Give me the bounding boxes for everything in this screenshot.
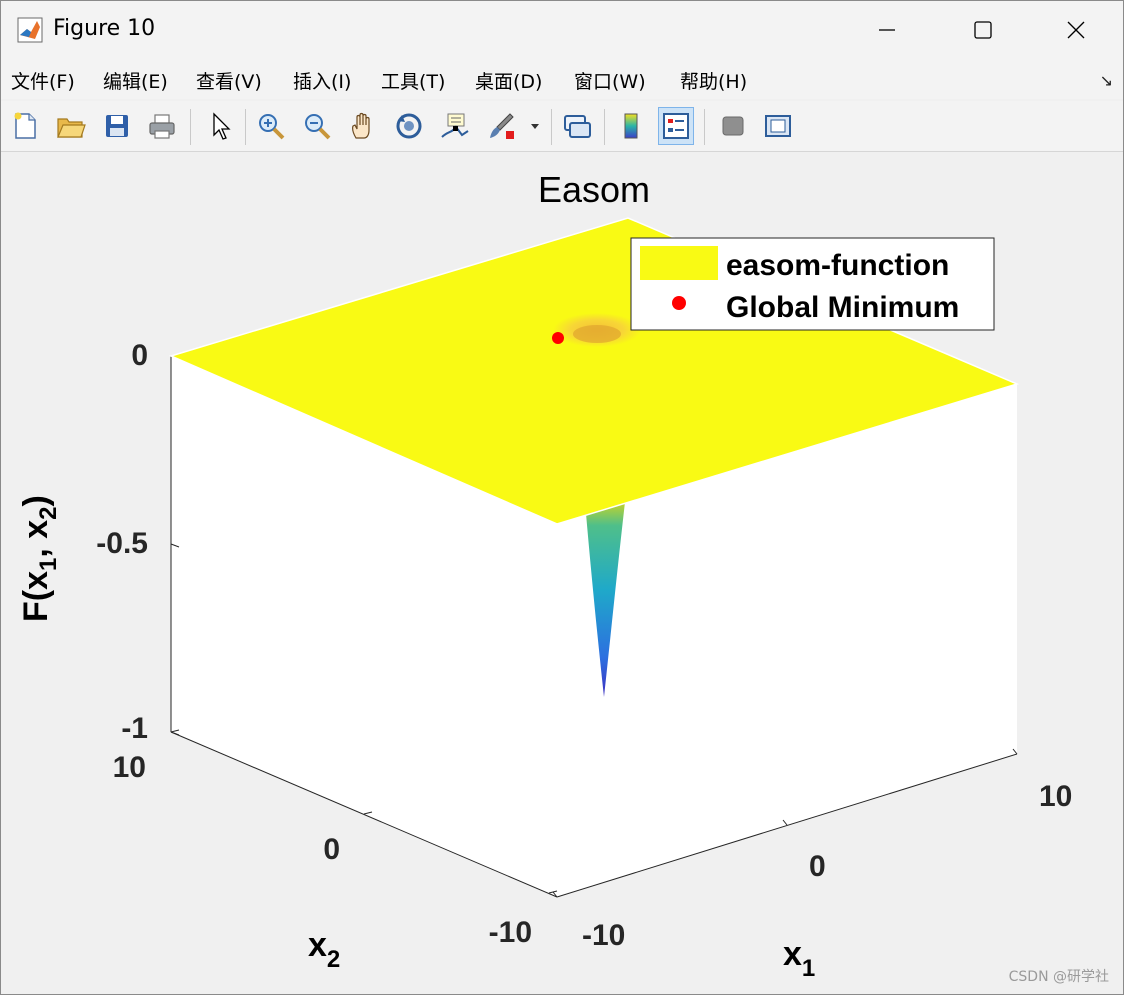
zoom-out-button[interactable] <box>299 107 335 145</box>
hide-plot-tools-button[interactable] <box>715 107 751 145</box>
z-tick-label: 0 <box>131 339 148 372</box>
menu-edit[interactable]: 编辑(E) <box>103 67 168 94</box>
close-icon <box>1067 21 1085 39</box>
x2-tick-label: -10 <box>489 916 532 949</box>
maximize-icon <box>974 21 992 39</box>
brush-dropdown-icon <box>531 124 539 129</box>
window-title: Figure 10 <box>53 16 156 41</box>
figure-window: Figure 10 文件(F) 编辑(E) 查看(V) 插入(I) 工具(T) … <box>0 0 1124 995</box>
pan-button[interactable] <box>345 107 381 145</box>
close-button[interactable] <box>1046 7 1106 53</box>
data-cursor-button[interactable] <box>437 107 473 145</box>
brush-button[interactable] <box>483 107 519 145</box>
link-plot-icon <box>564 115 591 138</box>
title-bar[interactable]: Figure 10 <box>1 1 1123 59</box>
hide-plot-tools-icon <box>722 116 744 136</box>
pan-hand-icon <box>352 112 370 139</box>
open-file-icon <box>57 118 86 138</box>
new-figure-icon <box>14 112 36 139</box>
insert-colorbar-icon <box>624 113 638 139</box>
x1-tick-label: 0 <box>809 850 826 883</box>
x1-axis-label: x1 <box>783 935 815 982</box>
brush-dropdown-button[interactable] <box>525 107 545 145</box>
print-button[interactable] <box>144 107 180 145</box>
menu-tools[interactable]: 工具(T) <box>381 67 445 94</box>
print-icon <box>149 114 175 139</box>
insert-legend-button[interactable] <box>658 107 694 145</box>
figure-toolbar <box>1 101 1123 152</box>
zoom-in-button[interactable] <box>253 107 289 145</box>
z-axis-label: F(x1, x2) <box>17 495 62 622</box>
show-plot-tools-icon <box>765 115 791 137</box>
open-file-button[interactable] <box>53 107 89 145</box>
legend-swatch-surface <box>640 246 718 280</box>
menu-file[interactable]: 文件(F) <box>11 67 75 94</box>
show-plot-tools-button[interactable] <box>760 107 796 145</box>
edit-plot-button[interactable] <box>202 107 238 145</box>
link-plot-button[interactable] <box>559 107 595 145</box>
chart-title: Easom <box>538 169 650 210</box>
z-tick-label: -0.5 <box>96 527 148 560</box>
toolbar-separator <box>245 109 246 145</box>
easom-3d-axes[interactable]: Easom 0 -0.5 -1 10 0 -10 -10 0 10 x1 x2 … <box>1 152 1123 994</box>
toolbar-separator <box>551 109 552 145</box>
legend-swatch-minimum <box>672 296 686 310</box>
z-tick-label: -1 <box>121 712 148 745</box>
x1-tick-label: -10 <box>582 919 625 952</box>
toolbar-separator <box>604 109 605 145</box>
data-cursor-icon <box>441 113 469 138</box>
save-button[interactable] <box>99 107 135 145</box>
minimize-button[interactable] <box>857 7 917 53</box>
insert-legend-icon <box>663 113 689 139</box>
new-figure-button[interactable] <box>7 107 43 145</box>
menu-desktop[interactable]: 桌面(D) <box>475 67 542 94</box>
toolbar-separator <box>704 109 705 145</box>
toolbar-separator <box>190 109 191 145</box>
minimize-icon <box>879 29 895 31</box>
x1-tick-label: 10 <box>1039 780 1072 813</box>
zoom-out-icon <box>305 114 331 140</box>
rotate-3d-button[interactable] <box>391 107 427 145</box>
easom-well-mouth <box>573 325 621 343</box>
brush-icon <box>490 113 514 139</box>
dock-figure-icon[interactable]: ↘ <box>1100 71 1113 90</box>
menu-insert[interactable]: 插入(I) <box>293 67 351 94</box>
insert-colorbar-button[interactable] <box>613 107 649 145</box>
save-icon <box>106 115 128 137</box>
maximize-button[interactable] <box>953 7 1013 53</box>
x2-tick-label: 10 <box>113 751 146 784</box>
menu-help[interactable]: 帮助(H) <box>680 67 747 94</box>
legend[interactable]: easom-function Global Minimum <box>630 237 995 331</box>
legend-label-minimum: Global Minimum <box>726 291 959 324</box>
menu-view[interactable]: 查看(V) <box>196 67 262 94</box>
edit-plot-arrow-icon <box>213 112 231 140</box>
global-minimum-marker[interactable] <box>552 332 564 344</box>
zoom-in-icon <box>259 114 285 140</box>
menu-bar: 文件(F) 编辑(E) 查看(V) 插入(I) 工具(T) 桌面(D) 窗口(W… <box>1 59 1123 99</box>
matlab-logo-icon <box>17 17 43 43</box>
rotate-3d-icon <box>396 113 422 139</box>
watermark-text: CSDN @研学社 <box>1008 969 1109 985</box>
x2-axis-label: x2 <box>308 926 340 973</box>
menu-window[interactable]: 窗口(W) <box>574 67 646 94</box>
figure-canvas[interactable]: Easom 0 -0.5 -1 10 0 -10 -10 0 10 x1 x2 … <box>1 152 1123 994</box>
x2-tick-label: 0 <box>323 833 340 866</box>
legend-label-surface: easom-function <box>726 249 949 282</box>
